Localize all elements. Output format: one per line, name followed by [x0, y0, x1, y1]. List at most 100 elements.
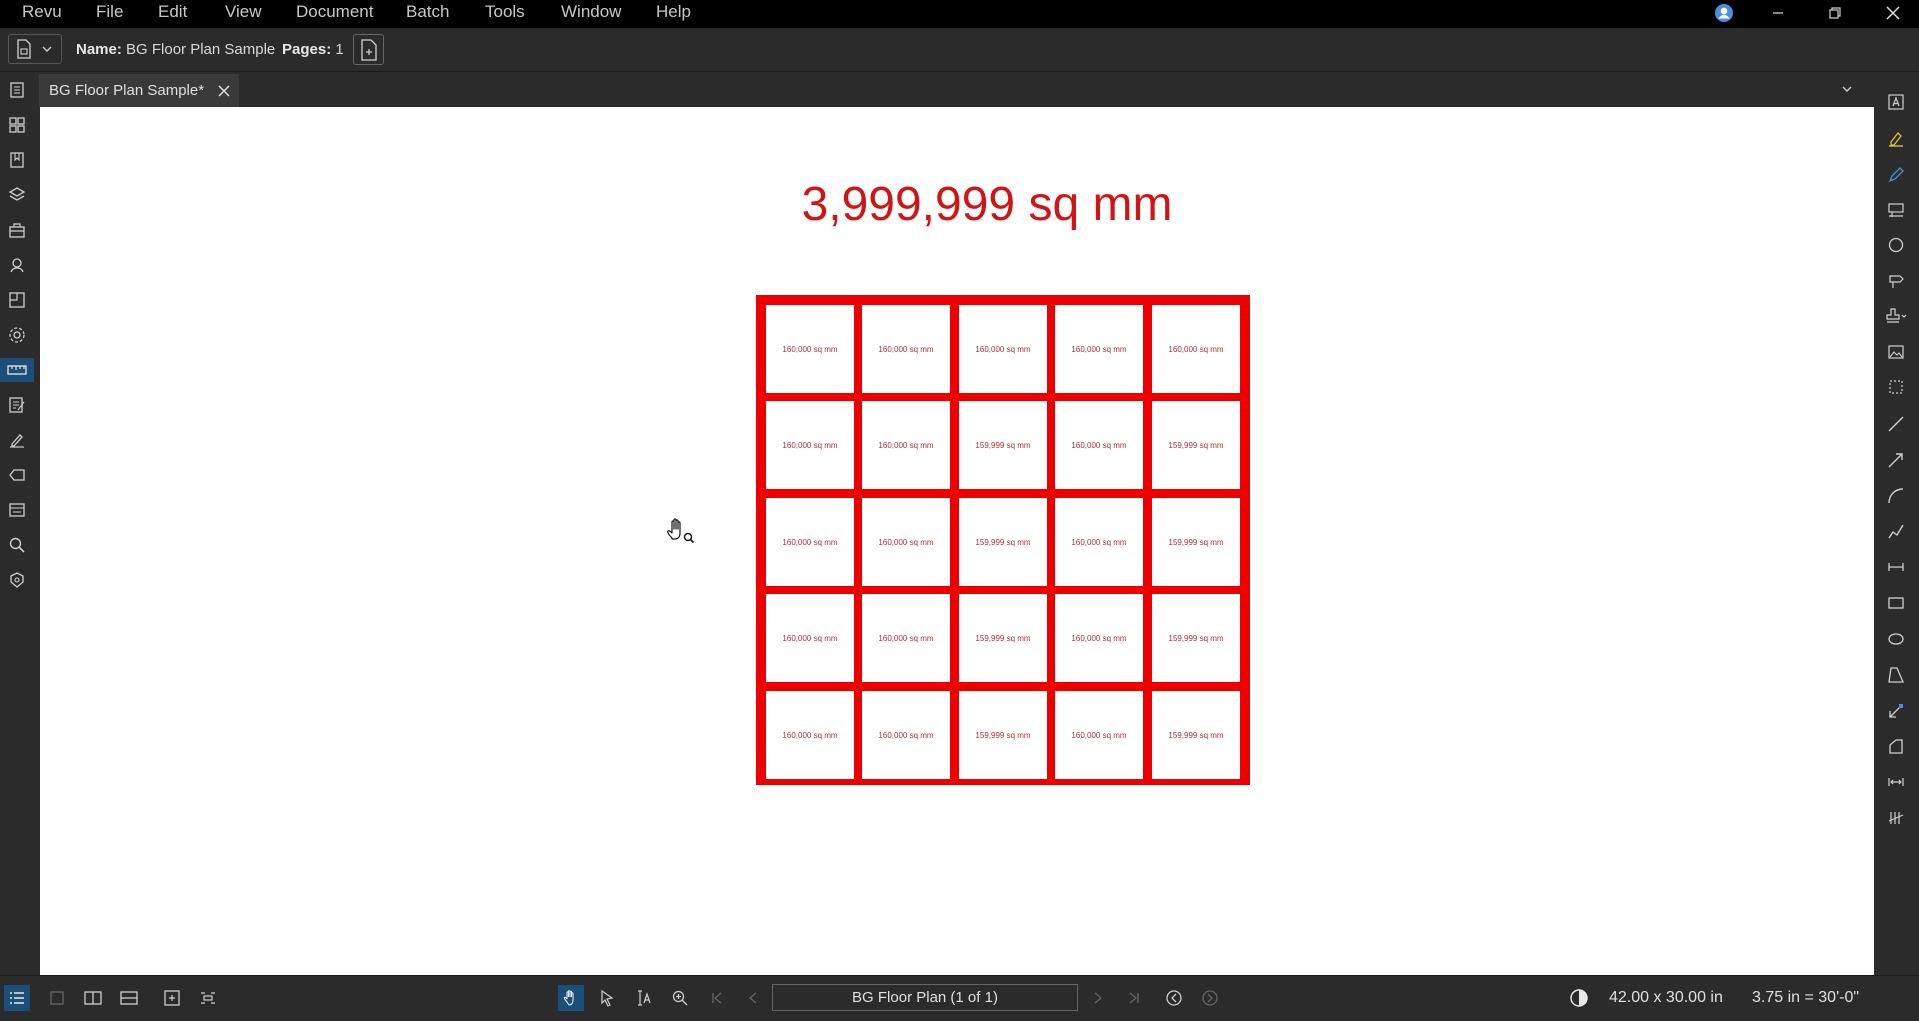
area-markup-grid[interactable]: 160,000 sq mm 160,000 sq mm 160,000 sq m…	[756, 295, 1250, 785]
shape-icon[interactable]	[1884, 233, 1908, 257]
thumbnails-icon[interactable]	[5, 78, 29, 102]
line-icon[interactable]	[1884, 412, 1908, 436]
snapshot-icon[interactable]	[1884, 375, 1908, 399]
tab-bg-floor-plan-sample[interactable]: BG Floor Plan Sample*	[39, 74, 239, 107]
dimension-icon[interactable]	[1884, 555, 1908, 579]
area-cell[interactable]: 159,999 sq mm	[1152, 594, 1240, 682]
menu-file[interactable]: File	[96, 0, 123, 28]
area-measure-icon[interactable]	[1884, 699, 1908, 723]
ruler-icon[interactable]	[0, 358, 34, 382]
first-page-icon[interactable]	[704, 985, 730, 1011]
total-area-label[interactable]: 3,999,999 sq mm	[40, 177, 1919, 232]
menu-window[interactable]: Window	[561, 0, 621, 28]
next-view-icon[interactable]	[1197, 985, 1223, 1011]
tags-icon[interactable]	[5, 463, 29, 487]
page-navigation-field[interactable]: BG Floor Plan (1 of 1)	[772, 984, 1078, 1011]
sync-icon[interactable]	[159, 985, 185, 1011]
page-size-text[interactable]: 42.00 x 30.00 in	[1609, 976, 1723, 1019]
menu-revu[interactable]: Revu	[22, 0, 62, 28]
area-cell[interactable]: 159,999 sq mm	[1152, 401, 1240, 489]
area-cell[interactable]: 160,000 sq mm	[1055, 401, 1143, 489]
previous-view-icon[interactable]	[1161, 985, 1187, 1011]
next-page-icon[interactable]	[1085, 985, 1111, 1011]
polygon-icon[interactable]	[1884, 663, 1908, 687]
menu-help[interactable]: Help	[656, 0, 691, 28]
area-cell[interactable]: 160,000 sq mm	[766, 594, 854, 682]
area-cell[interactable]: 160,000 sq mm	[1055, 305, 1143, 393]
area-cell[interactable]: 160,000 sq mm	[862, 594, 950, 682]
polyline-icon[interactable]	[1884, 519, 1908, 543]
contrast-icon[interactable]	[1566, 985, 1592, 1011]
menu-document[interactable]: Document	[296, 0, 373, 28]
area-cell[interactable]: 160,000 sq mm	[1055, 594, 1143, 682]
area-cell[interactable]: 160,000 sq mm	[862, 305, 950, 393]
arrow-icon[interactable]	[1884, 448, 1908, 472]
menu-batch[interactable]: Batch	[406, 0, 449, 28]
area-cell[interactable]: 160,000 sq mm	[1152, 305, 1240, 393]
perimeter-icon[interactable]	[1884, 735, 1908, 759]
menu-edit[interactable]: Edit	[158, 0, 187, 28]
previous-page-icon[interactable]	[740, 985, 766, 1011]
area-cell[interactable]: 160,000 sq mm	[862, 691, 950, 779]
tool-chest-icon[interactable]	[5, 218, 29, 242]
image-icon[interactable]	[1884, 340, 1908, 364]
area-cell[interactable]: 159,999 sq mm	[959, 594, 1047, 682]
restore-icon[interactable]	[1815, 0, 1855, 26]
measurements-icon[interactable]	[5, 288, 29, 312]
rectangle-icon[interactable]	[1884, 591, 1908, 615]
pan-icon[interactable]	[558, 985, 584, 1011]
area-cell[interactable]: 159,999 sq mm	[1152, 498, 1240, 586]
minimize-icon[interactable]	[1758, 0, 1798, 26]
stamp-icon[interactable]	[1884, 304, 1908, 328]
area-cell[interactable]: 159,999 sq mm	[959, 498, 1047, 586]
compare-icon[interactable]	[195, 985, 221, 1011]
single-page-icon[interactable]	[44, 985, 70, 1011]
menu-view[interactable]: View	[225, 0, 262, 28]
document-menu-button[interactable]	[8, 34, 62, 64]
document-canvas[interactable]: 3,999,999 sq mm 160,000 sq mm 160,000 sq…	[40, 107, 1874, 975]
close-tab-icon[interactable]	[217, 84, 231, 98]
insert-page-button[interactable]	[353, 34, 384, 65]
area-cell[interactable]: 160,000 sq mm	[959, 305, 1047, 393]
studio-icon[interactable]	[5, 568, 29, 592]
area-cell[interactable]: 160,000 sq mm	[1055, 691, 1143, 779]
area-cell[interactable]: 160,000 sq mm	[862, 401, 950, 489]
highlighter-icon[interactable]	[1884, 127, 1908, 151]
ellipse-icon[interactable]	[1884, 627, 1908, 651]
settings-icon[interactable]	[5, 323, 29, 347]
search-icon[interactable]	[5, 533, 29, 557]
scale-text[interactable]: 3.75 in = 30'-0"	[1752, 976, 1859, 1019]
area-cell[interactable]: 160,000 sq mm	[766, 401, 854, 489]
area-cell[interactable]: 160,000 sq mm	[766, 498, 854, 586]
area-cell[interactable]: 159,999 sq mm	[959, 691, 1047, 779]
area-cell[interactable]: 160,000 sq mm	[1055, 498, 1143, 586]
count-icon[interactable]	[1884, 806, 1908, 830]
properties-icon[interactable]	[5, 253, 29, 277]
signatures-icon[interactable]	[5, 428, 29, 452]
select-icon[interactable]	[594, 985, 620, 1011]
text-box-icon[interactable]	[1884, 90, 1908, 114]
menu-tools[interactable]: Tools	[485, 0, 525, 28]
sets-icon[interactable]	[5, 498, 29, 522]
markups-list-icon[interactable]	[5, 393, 29, 417]
select-text-icon[interactable]	[631, 985, 657, 1011]
layers-icon[interactable]	[5, 183, 29, 207]
file-access-icon[interactable]	[5, 113, 29, 137]
zoom-icon[interactable]	[667, 985, 693, 1011]
split-vertical-icon[interactable]	[80, 985, 106, 1011]
area-cell[interactable]: 159,999 sq mm	[1152, 691, 1240, 779]
length-measure-icon[interactable]	[1884, 770, 1908, 794]
area-cell[interactable]: 160,000 sq mm	[766, 305, 854, 393]
split-horizontal-icon[interactable]	[116, 985, 142, 1011]
user-account-icon[interactable]	[1704, 0, 1744, 26]
area-cell[interactable]: 159,999 sq mm	[959, 401, 1047, 489]
area-cell[interactable]: 160,000 sq mm	[766, 691, 854, 779]
arc-icon[interactable]	[1884, 484, 1908, 508]
last-page-icon[interactable]	[1121, 985, 1147, 1011]
close-icon[interactable]	[1873, 0, 1913, 26]
panel-list-icon[interactable]	[4, 985, 30, 1011]
area-cell[interactable]: 160,000 sq mm	[862, 498, 950, 586]
tab-list-chevron-icon[interactable]	[1840, 82, 1854, 96]
bookmarks-icon[interactable]	[5, 148, 29, 172]
cloud-icon[interactable]	[1884, 269, 1908, 293]
